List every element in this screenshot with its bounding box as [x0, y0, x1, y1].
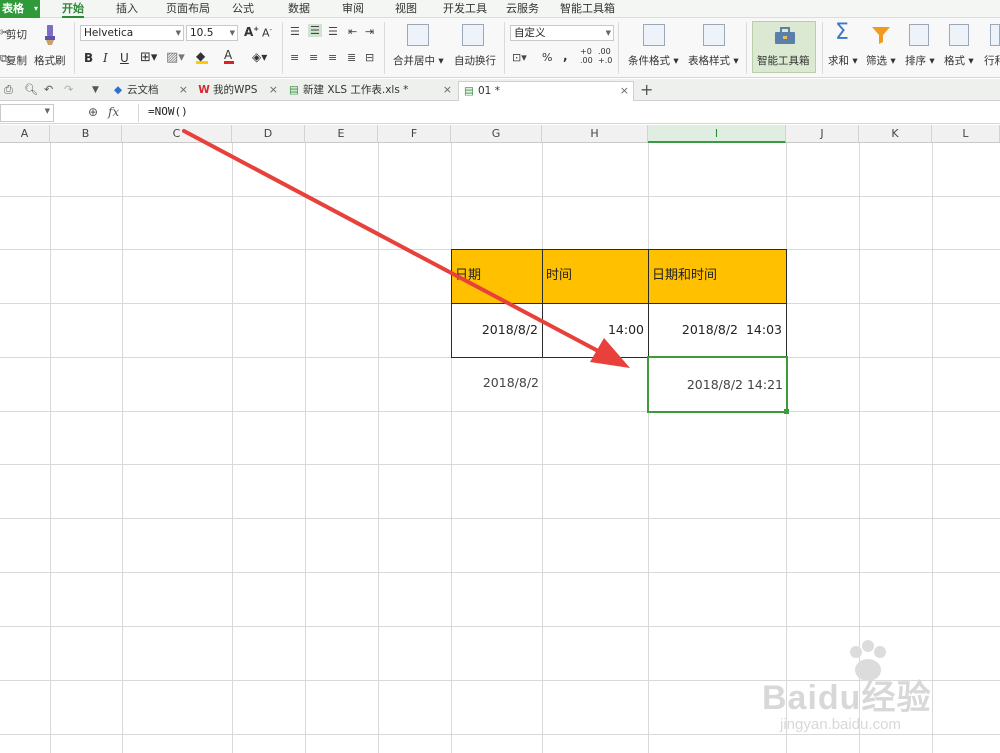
baidu-watermark: Baidu经验 jingyan.baidu.com	[760, 640, 990, 750]
watermark-url: jingyan.baidu.com	[780, 716, 901, 733]
watermark-brand: Baidu经验	[762, 679, 932, 717]
